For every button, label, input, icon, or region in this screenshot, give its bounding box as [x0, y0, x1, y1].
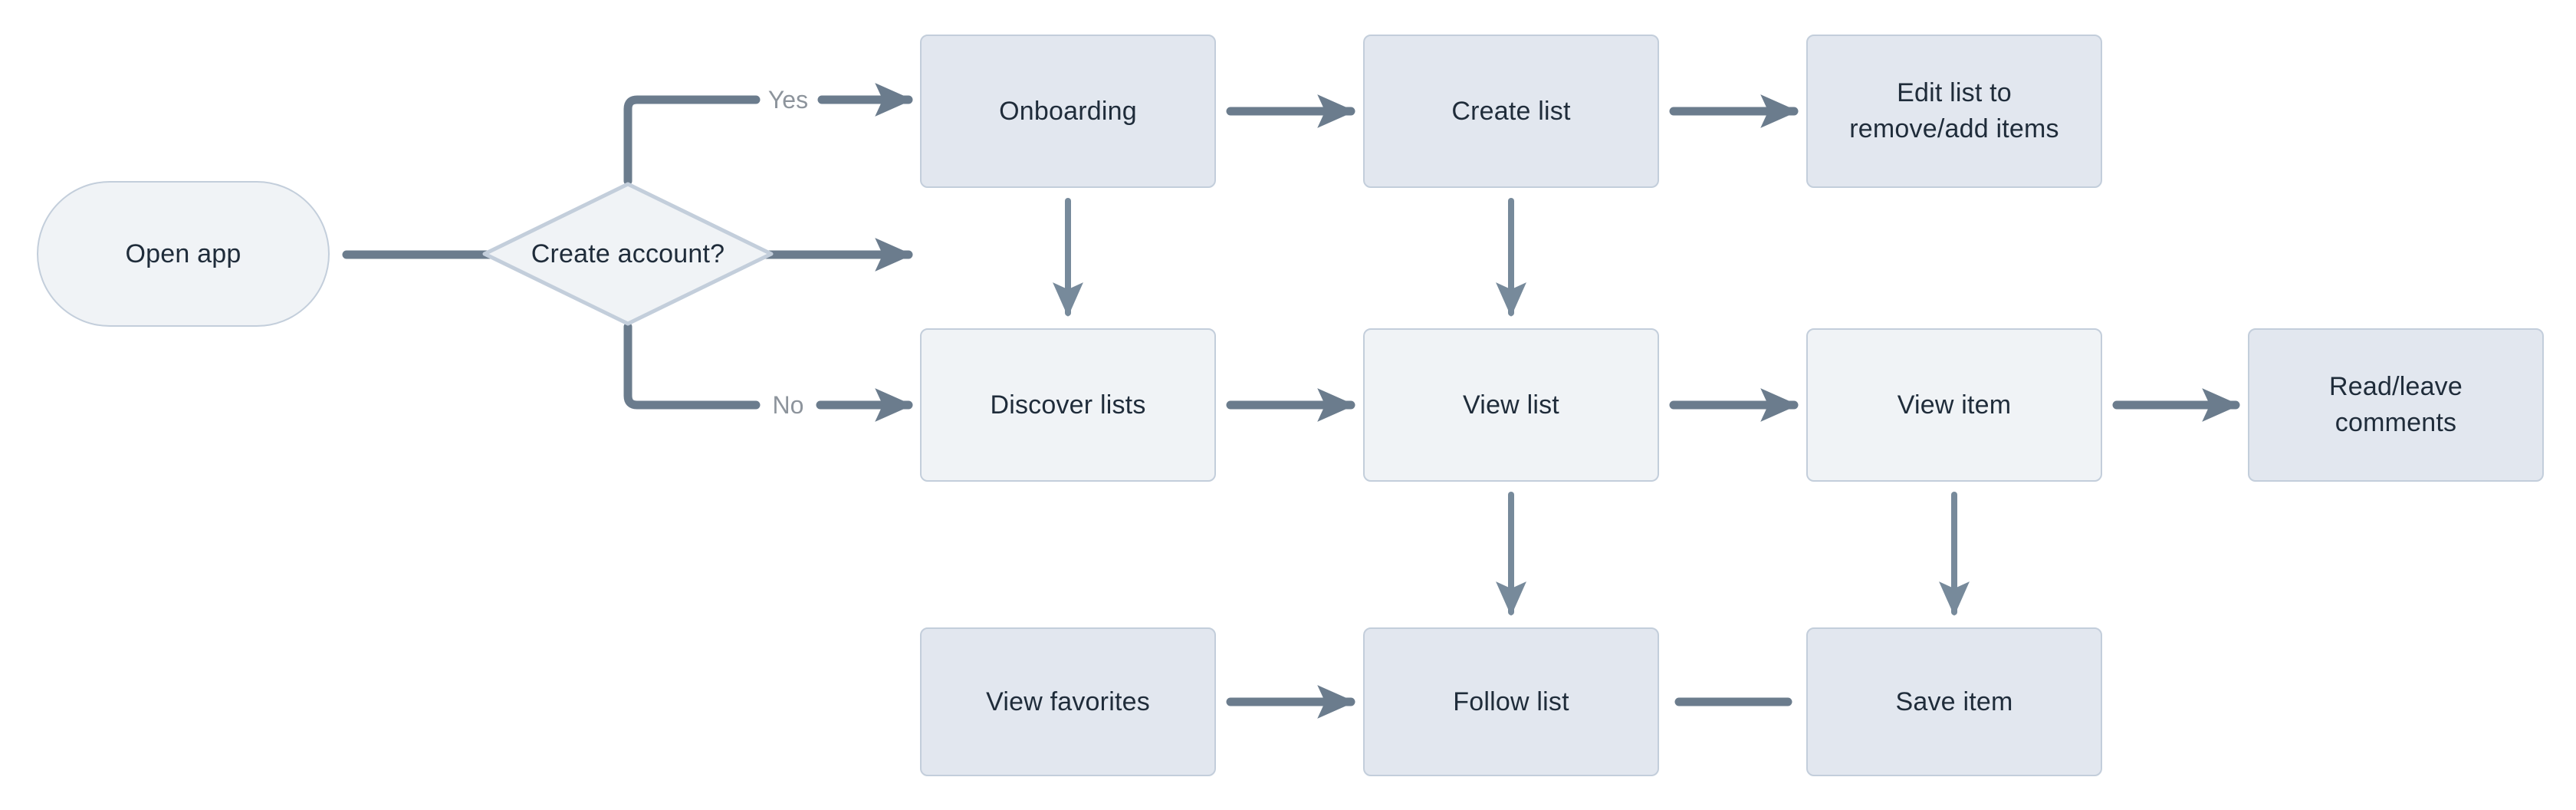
- edge-label-yes: Yes: [761, 87, 816, 112]
- node-discover-lists[interactable]: Discover lists: [920, 328, 1216, 482]
- node-create-account-label: Create account?: [531, 239, 725, 268]
- node-onboarding-label: Onboarding: [999, 96, 1137, 126]
- edge-layer: [342, 83, 2240, 719]
- flowchart-canvas: Open app Create account? Onboarding Crea…: [0, 0, 2576, 810]
- node-open-app-label: Open app: [125, 239, 242, 268]
- node-discover-lists-label: Discover lists: [990, 390, 1146, 420]
- edge-decision-to-discover: [623, 322, 761, 410]
- node-create-account[interactable]: Create account?: [481, 181, 774, 327]
- node-create-list-label: Create list: [1451, 96, 1571, 126]
- edge-label-no: No: [765, 393, 811, 417]
- node-save-item-label: Save item: [1895, 687, 2013, 716]
- node-view-favorites[interactable]: View favorites: [920, 627, 1216, 776]
- node-read-comments-label: Read/leave comments: [2328, 372, 2463, 437]
- node-view-list[interactable]: View list: [1363, 328, 1659, 482]
- node-follow-list[interactable]: Follow list: [1363, 627, 1659, 776]
- node-onboarding[interactable]: Onboarding: [920, 35, 1216, 188]
- node-view-favorites-label: View favorites: [986, 687, 1150, 716]
- edge-decision-to-onboarding: [623, 95, 761, 186]
- node-read-comments[interactable]: Read/leave comments: [2248, 328, 2544, 482]
- node-view-item[interactable]: View item: [1806, 328, 2102, 482]
- node-create-list[interactable]: Create list: [1363, 35, 1659, 188]
- node-view-list-label: View list: [1463, 390, 1559, 420]
- node-edit-list[interactable]: Edit list to remove/add items: [1806, 35, 2102, 188]
- node-view-item-label: View item: [1897, 390, 2012, 420]
- node-edit-list-label: Edit list to remove/add items: [1849, 78, 2059, 143]
- node-follow-list-label: Follow list: [1453, 687, 1569, 716]
- node-open-app[interactable]: Open app: [37, 181, 330, 327]
- node-save-item[interactable]: Save item: [1806, 627, 2102, 776]
